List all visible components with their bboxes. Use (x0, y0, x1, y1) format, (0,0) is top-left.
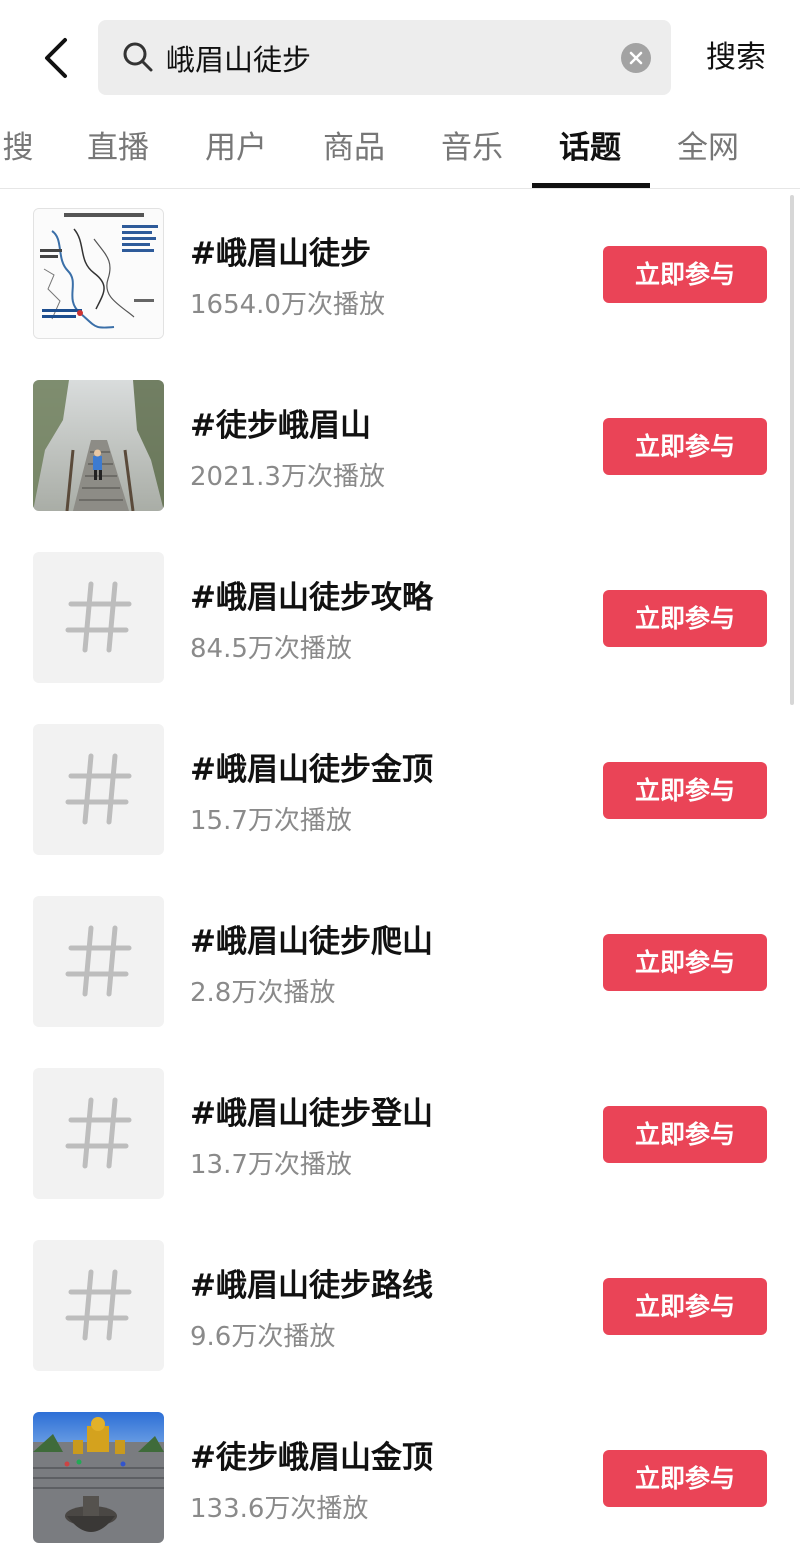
category-tabs: 搜 直播 用户 商品 音乐 话题 全网 (0, 112, 800, 189)
search-box[interactable] (98, 20, 671, 95)
topic-play-count: 1654.0万次播放 (190, 290, 385, 320)
topic-thumbnail-placeholder (33, 724, 164, 855)
hashtag-icon (65, 1097, 132, 1169)
tab-general[interactable]: 搜 (0, 112, 38, 188)
topic-play-count: 2021.3万次播放 (190, 462, 385, 492)
list-item[interactable]: #峨眉山徒步路线 9.6万次播放 立即参与 (0, 1222, 800, 1394)
topic-thumbnail-placeholder (33, 896, 164, 1027)
misty-stairs-photo (33, 380, 164, 511)
search-input[interactable] (166, 20, 606, 95)
list-item[interactable]: #峨眉山徒步攻略 84.5万次播放 立即参与 (0, 534, 800, 706)
tab-live[interactable]: 直播 (82, 112, 154, 188)
tab-products[interactable]: 商品 (318, 112, 390, 188)
join-topic-button[interactable]: 立即参与 (603, 418, 767, 475)
active-tab-indicator (532, 183, 650, 188)
topic-title: #徒步峨眉山金顶 (190, 1440, 433, 1476)
back-button[interactable] (30, 30, 82, 86)
topic-play-count: 84.5万次播放 (190, 634, 352, 664)
hashtag-icon (65, 581, 132, 653)
topic-play-count: 2.8万次播放 (190, 978, 336, 1008)
tab-web[interactable]: 全网 (672, 112, 744, 188)
topic-thumbnail-map (33, 208, 164, 339)
topic-thumbnail-placeholder (33, 552, 164, 683)
chevron-left-icon (45, 38, 67, 78)
top-bar: 搜索 (0, 0, 800, 112)
list-item[interactable]: #徒步峨眉山 2021.3万次播放 立即参与 (0, 362, 800, 534)
topic-play-count: 9.6万次播放 (190, 1322, 336, 1352)
topic-title: #峨眉山徒步爬山 (190, 924, 433, 960)
topic-title: #徒步峨眉山 (190, 408, 371, 444)
topic-title: #峨眉山徒步攻略 (190, 580, 433, 616)
search-button[interactable]: 搜索 (690, 28, 782, 88)
topic-title: #峨眉山徒步路线 (190, 1268, 433, 1304)
scrollbar[interactable] (790, 195, 794, 705)
trail-map-image (34, 209, 163, 338)
list-item[interactable]: #峨眉山徒步 1654.0万次播放 立即参与 (0, 190, 800, 362)
join-topic-button[interactable]: 立即参与 (603, 1450, 767, 1507)
topic-title: #峨眉山徒步金顶 (190, 752, 433, 788)
topic-thumbnail-placeholder (33, 1068, 164, 1199)
topic-play-count: 133.6万次播放 (190, 1494, 369, 1524)
close-icon (629, 51, 643, 65)
join-topic-button[interactable]: 立即参与 (603, 762, 767, 819)
clear-search-button[interactable] (621, 43, 651, 73)
topic-thumbnail-placeholder (33, 1240, 164, 1371)
topic-thumbnail-photo (33, 380, 164, 511)
topic-play-count: 13.7万次播放 (190, 1150, 352, 1180)
hashtag-icon (65, 1269, 132, 1341)
hashtag-icon (65, 753, 132, 825)
join-topic-button[interactable]: 立即参与 (603, 590, 767, 647)
list-item[interactable]: #峨眉山徒步登山 13.7万次播放 立即参与 (0, 1050, 800, 1222)
join-topic-button[interactable]: 立即参与 (603, 246, 767, 303)
list-item[interactable]: #峨眉山徒步金顶 15.7万次播放 立即参与 (0, 706, 800, 878)
tab-topics[interactable]: 话题 (554, 112, 626, 188)
topic-title: #峨眉山徒步登山 (190, 1096, 433, 1132)
list-item[interactable]: #峨眉山徒步爬山 2.8万次播放 立即参与 (0, 878, 800, 1050)
topic-play-count: 15.7万次播放 (190, 806, 352, 836)
join-topic-button[interactable]: 立即参与 (603, 1278, 767, 1335)
hashtag-icon (65, 925, 132, 997)
topic-title: #峨眉山徒步 (190, 236, 371, 272)
list-item[interactable]: #徒步峨眉山金顶 133.6万次播放 立即参与 (0, 1394, 800, 1544)
tab-music[interactable]: 音乐 (436, 112, 508, 188)
topic-thumbnail-photo (33, 1412, 164, 1543)
search-icon (123, 42, 153, 72)
tab-users[interactable]: 用户 (200, 112, 272, 188)
join-topic-button[interactable]: 立即参与 (603, 1106, 767, 1163)
golden-summit-photo (33, 1412, 164, 1543)
join-topic-button[interactable]: 立即参与 (603, 934, 767, 991)
